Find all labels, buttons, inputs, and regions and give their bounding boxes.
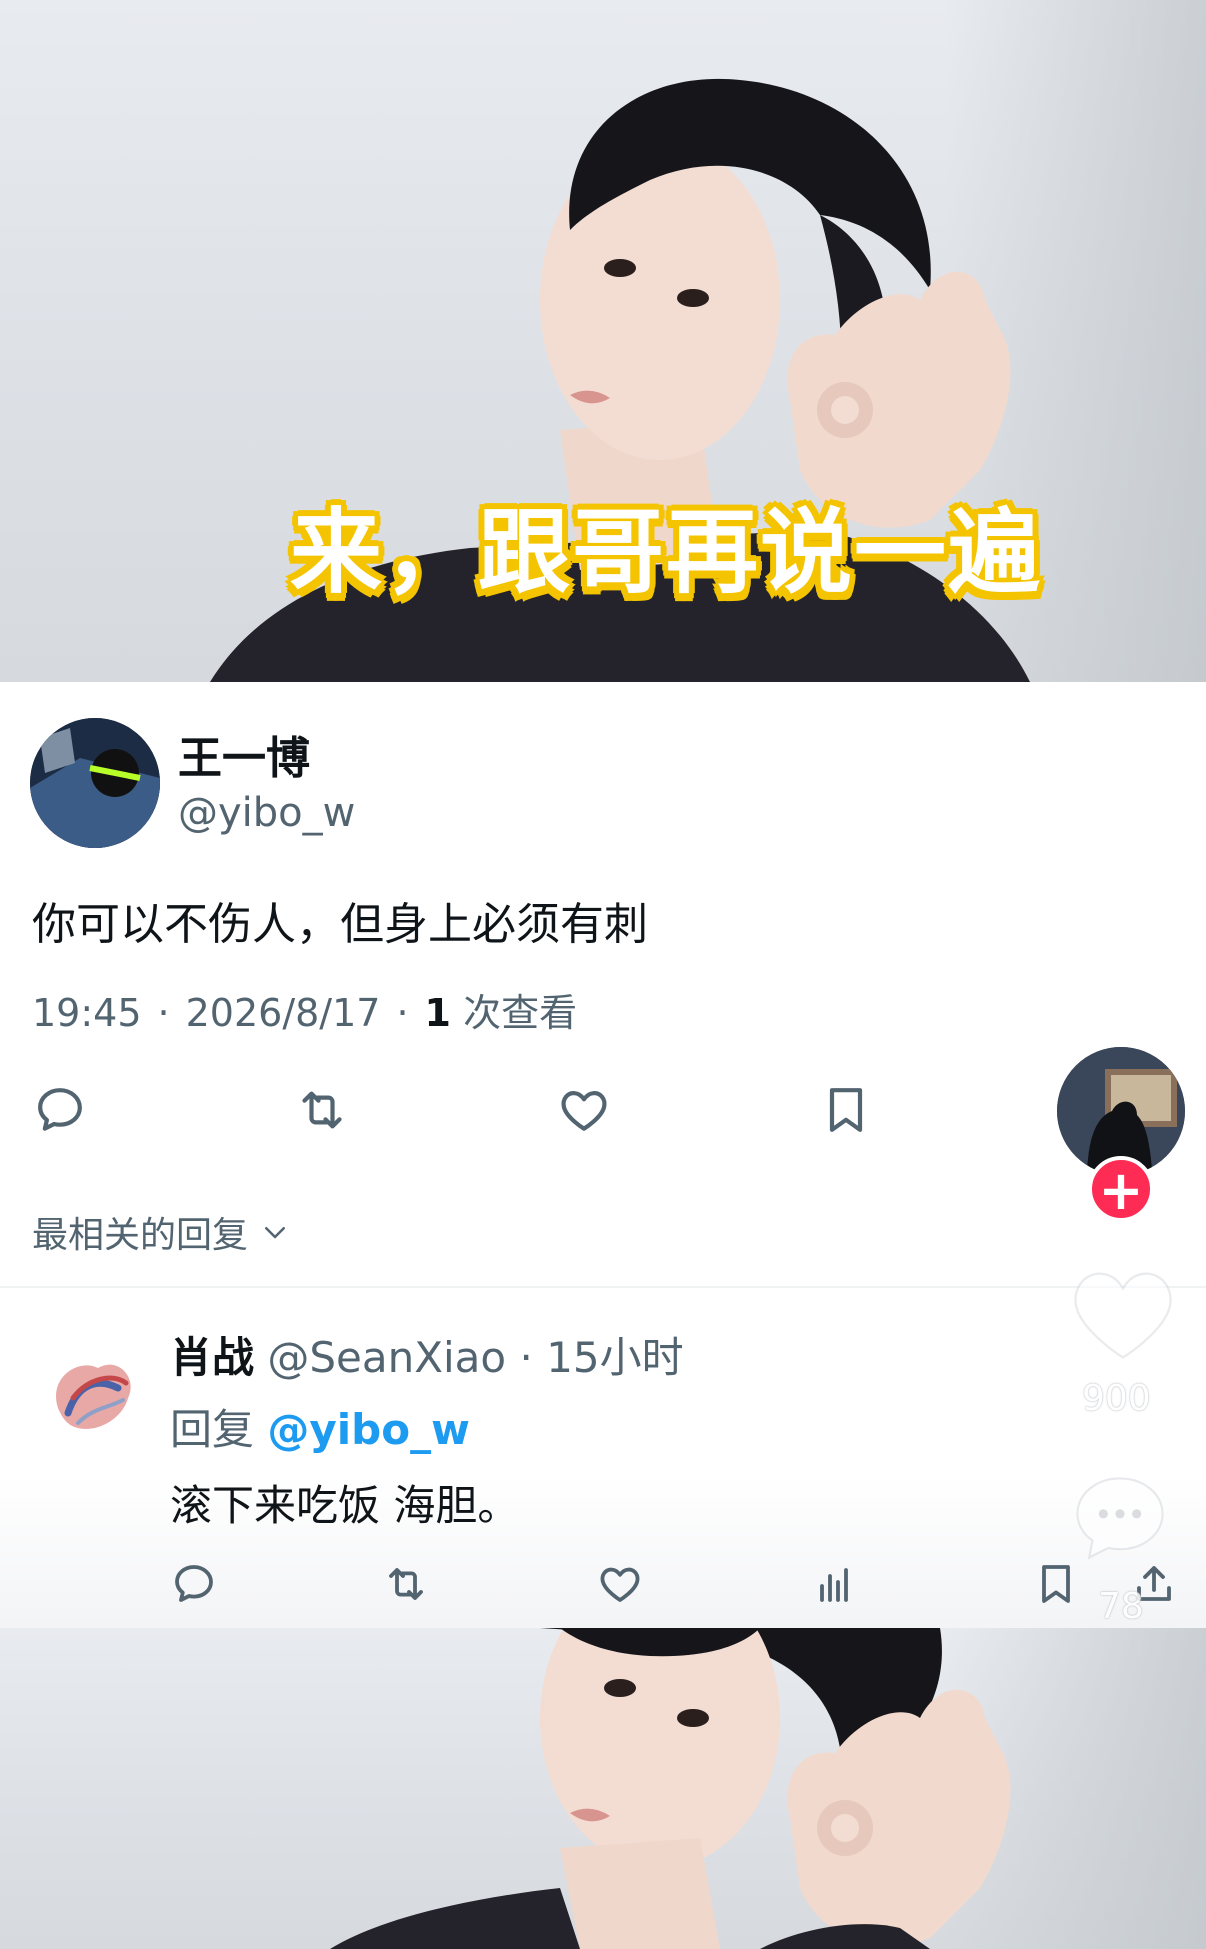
follow-button[interactable]: + (1088, 1156, 1154, 1222)
top-photo: 来，跟哥再说一遍 (0, 0, 1206, 682)
reply-author-handle[interactable]: @SeanXiao (267, 1333, 506, 1382)
retweet-icon[interactable] (382, 1560, 430, 1608)
views-label: 次查看 (463, 991, 578, 1035)
sort-replies-dropdown[interactable]: 最相关的回复 (32, 1206, 290, 1258)
reply-action-bar (170, 1560, 1171, 1612)
reply-header: 肖战 @SeanXiao · 15小时 (170, 1324, 684, 1385)
reply-icon[interactable] (32, 1082, 88, 1138)
reply-item[interactable]: 肖战 @SeanXiao · 15小时 回复 @yibo_w 滚下来吃饭 海胆。 (0, 1288, 1206, 1628)
tweet-date[interactable]: 2026/8/17 (186, 991, 381, 1035)
heart-icon[interactable] (556, 1082, 612, 1138)
author-handle[interactable]: @yibo_w (178, 790, 355, 836)
reply-prefix: 回复 (170, 1405, 255, 1454)
meta-separator: · (519, 1333, 533, 1382)
tweet-time[interactable]: 19:45 (32, 991, 142, 1035)
tweet-meta: 19:45 · 2026/8/17 · 1 次查看 (32, 982, 577, 1037)
tweet-text: 你可以不伤人，但身上必须有刺 (32, 899, 648, 950)
bookmark-icon[interactable] (1032, 1560, 1080, 1608)
reply-mention-link[interactable]: @yibo_w (267, 1405, 470, 1454)
chevron-down-icon (265, 1227, 286, 1239)
reply-text: 滚下来吃饭 海胆。 (170, 1481, 520, 1530)
bookmark-icon[interactable] (818, 1082, 874, 1138)
meta-separator: · (396, 991, 409, 1035)
author-avatar[interactable] (30, 718, 160, 848)
overlay-like-icon[interactable] (1068, 1262, 1178, 1362)
overlay-comment-count: 78 (1098, 1586, 1144, 1627)
reply-author-name[interactable]: 肖战 (170, 1333, 254, 1382)
overlay-like-count: 900 (1082, 1378, 1151, 1419)
views-chart-icon[interactable] (810, 1560, 858, 1608)
sort-label: 最相关的回复 (32, 1215, 249, 1256)
plus-icon: + (1098, 1159, 1144, 1222)
photo-caption: 来，跟哥再说一遍 (290, 499, 1043, 606)
meta-separator: · (157, 991, 170, 1035)
tweet-action-bar (32, 1082, 1032, 1142)
reply-author-avatar[interactable] (38, 1338, 146, 1446)
views-count: 1 (424, 991, 451, 1035)
reply-to-line: 回复 @yibo_w (170, 1396, 470, 1457)
reply-time[interactable]: 15小时 (546, 1333, 683, 1382)
tweet-card: 王一博 @yibo_w 你可以不伤人，但身上必须有刺 19:45 · 2026/… (0, 682, 1206, 1286)
person-illustration (330, 1628, 1011, 1949)
overlay-comment-icon[interactable] (1070, 1470, 1170, 1566)
retweet-icon[interactable] (294, 1082, 350, 1138)
bottom-photo (0, 1628, 1206, 1949)
heart-icon[interactable] (596, 1560, 644, 1608)
author-name[interactable]: 王一博 (178, 722, 310, 786)
reply-icon[interactable] (170, 1560, 218, 1608)
